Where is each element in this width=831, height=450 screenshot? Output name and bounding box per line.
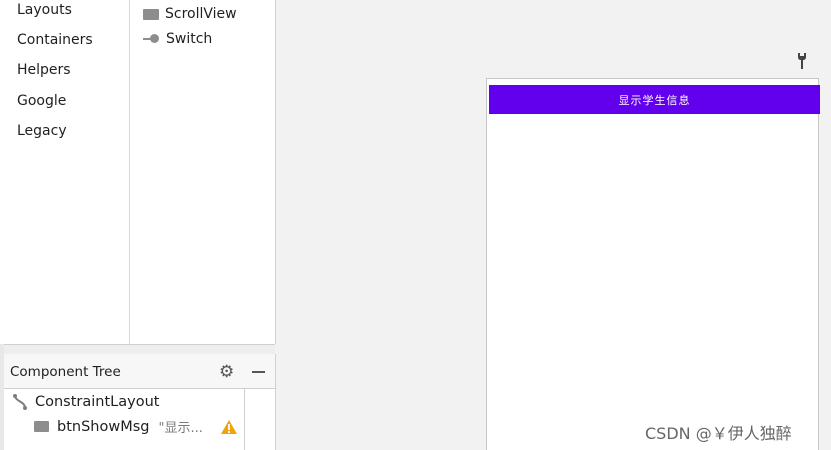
design-preview-screen[interactable]: 显示学生信息 xyxy=(486,78,820,450)
component-tree-header: Component Tree ⚙ xyxy=(4,354,275,389)
tree-node-text-preview: "显示... xyxy=(158,421,203,436)
palette-category-layouts[interactable]: Layouts xyxy=(17,2,72,18)
palette-panel: Layouts Containers Helpers Google Legacy… xyxy=(0,0,276,344)
minimize-icon[interactable] xyxy=(252,371,265,373)
constraint-layout-icon xyxy=(13,394,27,410)
warning-icon[interactable] xyxy=(220,419,238,435)
gear-icon[interactable]: ⚙ xyxy=(219,362,234,382)
scrollview-icon xyxy=(143,8,159,20)
palette-item-scrollview[interactable]: ScrollView xyxy=(143,6,237,22)
tree-node-label: btnShowMsg xyxy=(57,418,150,435)
component-tree-title: Component Tree xyxy=(10,364,121,380)
palette-category-column: Layouts Containers Helpers Google Legacy xyxy=(4,0,130,344)
component-tree-panel: Component Tree ⚙ ConstraintLayout btnSho… xyxy=(4,354,276,450)
tree-node-constraintlayout[interactable]: ConstraintLayout xyxy=(12,393,159,411)
tree-node-btnshowmsg[interactable]: btnShowMsg "显示... xyxy=(34,417,203,436)
tree-divider xyxy=(244,389,245,450)
button-icon xyxy=(34,421,49,432)
wrench-icon[interactable] xyxy=(796,52,808,70)
tree-node-label: ConstraintLayout xyxy=(35,394,160,410)
palette-category-containers[interactable]: Containers xyxy=(17,32,93,48)
palette-item-label: ScrollView xyxy=(165,6,237,22)
palette-category-legacy[interactable]: Legacy xyxy=(17,123,67,139)
palette-category-google[interactable]: Google xyxy=(17,93,66,109)
watermark: CSDN @￥伊人独醉 xyxy=(645,424,792,443)
palette-category-helpers[interactable]: Helpers xyxy=(17,62,71,78)
palette-item-label: Switch xyxy=(166,31,213,47)
show-student-info-button[interactable]: 显示学生信息 xyxy=(489,85,820,114)
palette-item-switch[interactable]: Switch xyxy=(143,31,212,47)
switch-icon xyxy=(143,34,160,44)
